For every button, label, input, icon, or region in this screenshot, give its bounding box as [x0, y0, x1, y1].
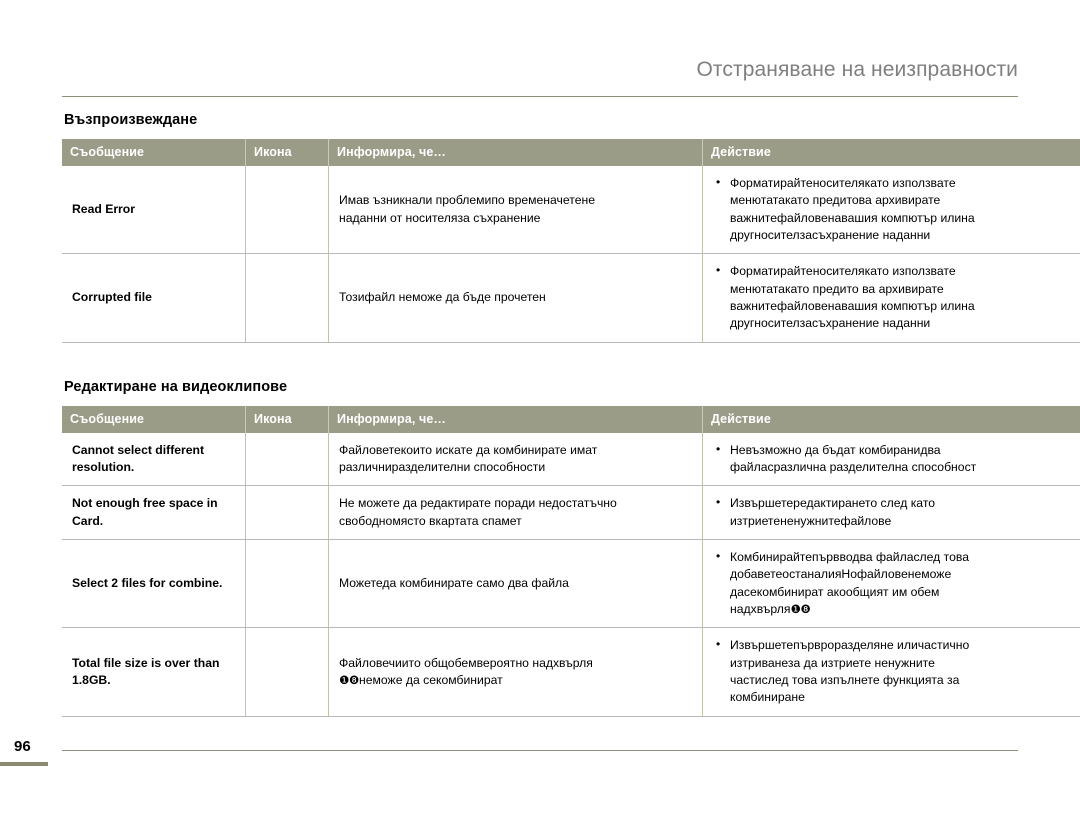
table-row: Select 2 files for combine. Можетеда комб…	[62, 539, 1080, 629]
informs-line: Не можете да редактирате поради недостат…	[339, 496, 617, 511]
cell-informs: Файловечиито общобемвероятно надхвърля ❶❽…	[328, 627, 703, 717]
column-header-informs: Информира, че…	[328, 405, 703, 433]
cell-icon	[245, 432, 329, 487]
action-bullet: Извършетепървроразделяне иличастично изтр…	[713, 636, 1077, 706]
cell-icon	[245, 253, 329, 343]
section: Възпроизвеждане Съобщение Икона Информира, …	[62, 112, 1080, 343]
column-header-icon: Икона	[245, 139, 329, 166]
action-line: Форматирайтеносителякато използвате	[730, 176, 956, 190]
table-header-row: Съобщение Икона Информира, че… Действие	[62, 139, 1080, 166]
section-title: Редактиране на видеоклипове	[64, 378, 288, 395]
footer-accent-bar	[0, 762, 48, 766]
table-row: Total file size is over than 1.8GB. Файло…	[62, 627, 1080, 717]
page-footer: 96	[0, 738, 1080, 778]
informs-line: Тозифайл неможе да бъде прочетен	[339, 290, 546, 305]
informs-line: Имав ъзникнали проблемипо временачетене	[339, 193, 595, 208]
action-line: Извършетепървроразделяне иличастично	[730, 638, 970, 653]
column-header-action: Действие	[702, 405, 1080, 433]
cell-message: Cannot select different resolution.	[62, 432, 246, 487]
cell-action: Форматирайтеносителякато използвате менют…	[702, 253, 1080, 343]
informs-line: ❶❽неможе да секомбинират	[339, 672, 503, 687]
page-header: Отстраняване на неизправности	[0, 0, 1080, 97]
table-row: Read Error Имав ъзникнали проблемипо врем…	[62, 166, 1080, 255]
action-bullet: Извършетередактирането след като изтриете…	[713, 494, 1077, 530]
informs-line: свободномясто вкартата спамет	[339, 513, 522, 528]
footer-divider	[62, 750, 1018, 751]
section-title: Възпроизвеждане	[64, 112, 198, 128]
action-line: другносителзасъхранение наданни	[730, 316, 931, 331]
table-row: Corrupted file Тозифайл неможе да бъде пр…	[62, 253, 1080, 343]
messages-table: Съобщение Икона Информира, че… Действие Read…	[62, 139, 1080, 343]
action-bullet: Комбинирайтепървводва файласлед това доба…	[713, 548, 1077, 618]
action-line: важнитефайловенавашия компютър илина	[730, 210, 975, 225]
cell-action: Невъзможно да бъдат комбиранидва файласра…	[702, 432, 1080, 487]
informs-line: Файловечиито общобемвероятно надхвърля	[339, 655, 593, 670]
column-header-action: Действие	[702, 139, 1080, 166]
action-line: Форматирайтеносителякато използвате	[730, 264, 956, 279]
action-line: Извършетередактирането след като	[730, 496, 936, 511]
action-line: Невъзможно да бъдат комбиранидва	[730, 442, 941, 457]
column-header-informs: Информира, че…	[328, 139, 703, 166]
action-line: надхвърля❶❽	[730, 601, 811, 616]
action-line: важнитефайловенавашия компютър илина	[730, 298, 975, 313]
header-divider	[62, 96, 1018, 97]
page-number: 96	[14, 738, 31, 755]
cell-action: Комбинирайтепървводва файласлед това доба…	[702, 539, 1080, 629]
table-row: Not enough free space in Card. Не можете …	[62, 485, 1080, 540]
cell-message: Read Error	[62, 166, 246, 255]
cell-icon	[245, 485, 329, 540]
column-header-message: Съобщение	[62, 405, 246, 433]
cell-message: Select 2 files for combine.	[62, 539, 246, 629]
column-header-message: Съобщение	[62, 139, 246, 166]
action-bullet: Невъзможно да бъдат комбиранидва файласра…	[713, 441, 1077, 477]
cell-action: Форматирайтеносителякато използвате менют…	[702, 166, 1080, 255]
cell-informs: Тозифайл неможе да бъде прочетен	[328, 253, 703, 343]
action-line: менютатакато предито ва архивирате	[730, 281, 944, 296]
cell-informs: Имав ъзникнали проблемипо временачетене н…	[328, 166, 703, 255]
action-line: комбиниране	[730, 690, 805, 705]
action-line: изтриванеза да изтриете ненужните	[730, 655, 935, 670]
action-line: менютатакато предитова архивирате	[730, 193, 941, 208]
action-line: частислед това изпълнете функцията за	[730, 672, 960, 687]
cell-action: Извършетередактирането след като изтриете…	[702, 485, 1080, 540]
action-line: Комбинирайтепървводва файласлед това	[730, 549, 970, 564]
cell-action: Извършетепървроразделяне иличастично изтр…	[702, 627, 1080, 717]
table-header-row: Съобщение Икона Информира, че… Действие	[62, 405, 1080, 433]
informs-line: различниразделителни способности	[339, 459, 546, 474]
table-row: Cannot select different resolution. Файло…	[62, 432, 1080, 487]
action-line: другносителзасъхранение наданни	[730, 227, 931, 242]
action-list: Форматирайтеносителякато използвате менют…	[713, 262, 1077, 332]
cell-informs: Можетеда комбинирате само два файла	[328, 539, 703, 629]
informs-line: наданни от носителяза съхранение	[339, 210, 541, 225]
messages-table: Съобщение Икона Информира, че… Действие Cann…	[62, 405, 1080, 717]
informs-line: Можетеда комбинирате само два файла	[339, 575, 569, 590]
action-bullet: Форматирайтеносителякато използвате менют…	[713, 262, 1077, 332]
informs-line: Файловетекоито искате да комбинирате има…	[339, 442, 598, 457]
cell-message: Corrupted file	[62, 253, 246, 343]
action-bullet: Форматирайтеносителякато използвате менют…	[713, 174, 1077, 244]
circled-digit: ❶❽	[339, 672, 360, 687]
cell-icon	[245, 539, 329, 629]
action-line: добаветеостаналияНофайловенеможе	[730, 567, 952, 582]
action-line: изтриетененужнитефайлове	[730, 513, 892, 528]
circled-digit: ❶❽	[790, 601, 811, 616]
cell-icon	[245, 627, 329, 717]
cell-message: Total file size is over than 1.8GB.	[62, 627, 246, 717]
action-list: Невъзможно да бъдат комбиранидва файласра…	[713, 441, 1077, 477]
action-list: Форматирайтеносителякато използвате менют…	[713, 174, 1077, 244]
cell-message: Not enough free space in Card.	[62, 485, 246, 540]
document-content: Възпроизвеждане Съобщение Икона Информира, …	[62, 112, 1080, 717]
action-line: дасекомбинират акообщият им обем	[730, 584, 940, 599]
cell-informs: Не можете да редактирате поради недостат…	[328, 485, 703, 540]
page-header-title: Отстраняване на неизправности	[696, 58, 1018, 81]
action-list: Извършетепървроразделяне иличастично изтр…	[713, 636, 1077, 706]
column-header-icon: Икона	[245, 405, 329, 433]
action-list: Комбинирайтепървводва файласлед това доба…	[713, 548, 1077, 618]
cell-icon	[245, 166, 329, 255]
cell-informs: Файловетекоито искате да комбинирате има…	[328, 432, 703, 487]
section: Редактиране на видеоклипове Съобщение Икон…	[62, 378, 1080, 717]
action-line: файласразлична разделителна способност	[730, 459, 977, 474]
action-list: Извършетередактирането след като изтриете…	[713, 494, 1077, 530]
